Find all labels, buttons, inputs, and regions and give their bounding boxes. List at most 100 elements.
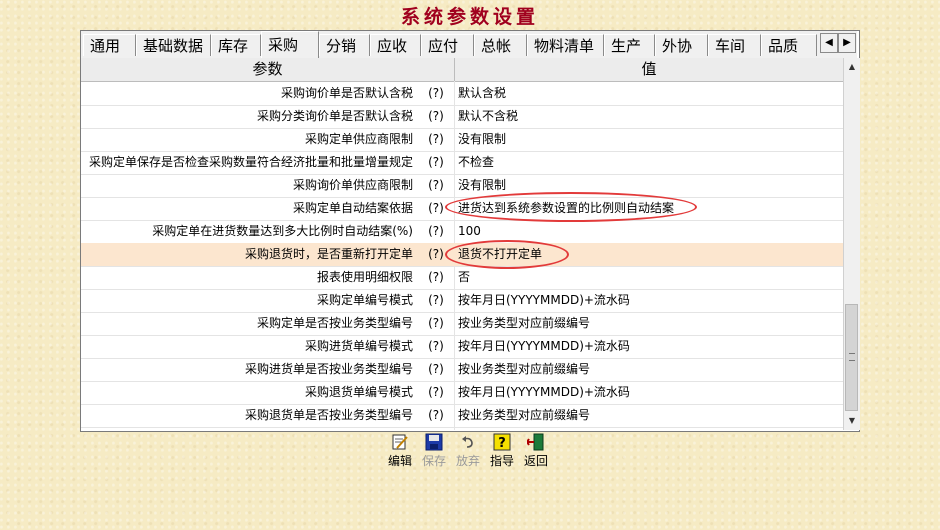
help-link[interactable]: (?) — [422, 312, 450, 335]
param-name: 采购分类询价单是否默认含税 — [256, 109, 413, 123]
parameter-grid: 参数 值 采购询价单是否默认含税 (?) 默认含税 采购分类询价单是否默认含税 … — [81, 58, 843, 430]
table-row[interactable]: 采购进货单是否按业务类型编号 (?) 按业务类型对应前缀编号 — [81, 358, 843, 382]
svg-text:?: ? — [498, 436, 506, 451]
param-value[interactable]: 默认含税 — [458, 82, 838, 105]
tab-scroll-right-button[interactable]: ▶ — [838, 33, 856, 53]
table-row[interactable]: 采购定单编号模式 (?) 按年月日(YYYYMMDD)+流水码 — [81, 289, 843, 313]
tab-receivable[interactable]: 应收 — [370, 34, 421, 56]
exit-door-icon — [527, 433, 544, 451]
tab-production[interactable]: 生产 — [604, 34, 655, 56]
param-name: 采购定单编号模式 — [316, 293, 413, 307]
param-value[interactable]: 按年月日(YYYYMMDD)+流水码 — [458, 381, 838, 404]
param-value[interactable]: 不检查 — [458, 151, 838, 174]
param-name: 采购定单供应商限制 — [304, 132, 413, 146]
tab-quality[interactable]: 品质 — [761, 34, 817, 56]
help-link[interactable]: (?) — [422, 82, 450, 105]
tab-general-ledger[interactable]: 总帐 — [474, 34, 527, 56]
help-link[interactable]: (?) — [422, 151, 450, 174]
tab-workshop[interactable]: 车间 — [708, 34, 761, 56]
header-value[interactable]: 值 — [455, 58, 843, 81]
save-button[interactable]: 保存 — [418, 431, 450, 469]
help-link[interactable]: (?) — [422, 266, 450, 289]
param-name: 采购进货单编号模式 — [304, 339, 413, 353]
tab-payable[interactable]: 应付 — [421, 34, 474, 56]
table-row[interactable]: 采购进货单编号模式 (?) 按年月日(YYYYMMDD)+流水码 — [81, 335, 843, 359]
scroll-up-icon[interactable]: ▲ — [844, 59, 860, 75]
table-row[interactable]: 采购退货单编号模式 (?) 按年月日(YYYYMMDD)+流水码 — [81, 381, 843, 405]
param-name: 报表使用明细权限 — [316, 270, 413, 284]
param-name: 采购定单在进货数量达到多大比例时自动结案(%) — [152, 224, 413, 238]
discard-button[interactable]: 放弃 — [452, 431, 484, 469]
param-name: 采购定单自动结案依据 — [292, 201, 413, 215]
param-value[interactable]: 没有限制 — [458, 128, 838, 151]
param-name: 采购定单是否按业务类型编号 — [256, 316, 413, 330]
param-value[interactable]: 100 — [458, 220, 838, 243]
guide-button[interactable]: ? 指导 — [486, 431, 518, 469]
help-icon: ? — [493, 433, 511, 451]
table-row[interactable]: 采购退货单是否按业务类型编号 (?) 按业务类型对应前缀编号 — [81, 404, 843, 428]
help-link[interactable]: (?) — [422, 289, 450, 312]
discard-label: 放弃 — [455, 454, 480, 468]
param-value[interactable]: 按年月日(YYYYMMDD)+流水码 — [458, 335, 838, 358]
help-link[interactable]: (?) — [422, 243, 450, 266]
scroll-down-icon[interactable]: ▼ — [844, 413, 860, 429]
settings-panel: 通用 基础数据 库存 采购 分销 应收 应付 总帐 物料清单 生产 外协 车间 … — [80, 30, 860, 432]
save-icon — [425, 433, 443, 451]
table-row[interactable]: 采购定单自动结案依据 (?) 进货达到系统参数设置的比例则自动结案 — [81, 197, 843, 221]
table-row[interactable]: 采购定单保存是否检查采购数量符合经济批量和批量增量规定 (?) 不检查 — [81, 151, 843, 175]
tab-general[interactable]: 通用 — [83, 34, 136, 56]
param-name: 采购进货单是否按业务类型编号 — [244, 362, 413, 376]
param-name: 采购定单保存是否检查采购数量符合经济批量和批量增量规定 — [88, 155, 413, 169]
help-link[interactable]: (?) — [422, 358, 450, 381]
window-title: 系统参数设置 — [400, 6, 539, 28]
param-value[interactable]: 按年月日(YYYYMMDD)+流水码 — [458, 289, 838, 312]
param-value[interactable]: 进货达到系统参数设置的比例则自动结案 — [458, 197, 838, 220]
tab-bom[interactable]: 物料清单 — [527, 34, 604, 56]
tab-purchase[interactable]: 采购 — [261, 31, 319, 58]
help-link[interactable]: (?) — [422, 128, 450, 151]
param-value[interactable]: 默认不含税 — [458, 105, 838, 128]
guide-label: 指导 — [489, 454, 514, 468]
save-label: 保存 — [421, 454, 446, 468]
param-value[interactable]: 否 — [458, 266, 838, 289]
tab-inventory[interactable]: 库存 — [211, 34, 261, 56]
tab-basic-data[interactable]: 基础数据 — [136, 34, 211, 56]
table-row[interactable]: 采购分类询价单是否默认含税 (?) 默认不含税 — [81, 105, 843, 129]
table-row[interactable]: 报表使用明细权限 (?) 否 — [81, 266, 843, 290]
tab-bar: 通用 基础数据 库存 采购 分销 应收 应付 总帐 物料清单 生产 外协 车间 … — [81, 31, 857, 59]
scrollbar-thumb[interactable] — [845, 304, 858, 411]
param-name: 采购询价单供应商限制 — [292, 178, 413, 192]
table-row[interactable]: 采购询价单供应商限制 (?) 没有限制 — [81, 174, 843, 198]
param-name: 采购退货单编号模式 — [304, 385, 413, 399]
param-value[interactable]: 按业务类型对应前缀编号 — [458, 358, 838, 381]
tab-scroll-left-button[interactable]: ◀ — [820, 33, 838, 53]
table-row[interactable]: 采购定单供应商限制 (?) 没有限制 — [81, 128, 843, 152]
param-value[interactable]: 没有限制 — [458, 174, 838, 197]
back-button[interactable]: 返回 — [520, 431, 552, 469]
help-link[interactable]: (?) — [422, 404, 450, 427]
help-link[interactable]: (?) — [422, 105, 450, 128]
help-link[interactable]: (?) — [422, 220, 450, 243]
param-name: 采购退货时，是否重新打开定单 — [244, 247, 413, 261]
param-value[interactable]: 退货不打开定单 — [458, 243, 838, 266]
param-value[interactable]: 按业务类型对应前缀编号 — [458, 312, 838, 335]
help-link[interactable]: (?) — [422, 174, 450, 197]
table-row[interactable]: 采购定单在进货数量达到多大比例时自动结案(%) (?) 100 — [81, 220, 843, 244]
tab-outsourcing[interactable]: 外协 — [655, 34, 708, 56]
table-row[interactable]: 采购询价单是否默认含税 (?) 默认含税 — [81, 82, 843, 106]
help-link[interactable]: (?) — [422, 381, 450, 404]
vertical-scrollbar[interactable]: ▲ ▼ — [843, 58, 860, 430]
undo-icon — [462, 436, 473, 448]
table-row[interactable]: 采购定单是否按业务类型编号 (?) 按业务类型对应前缀编号 — [81, 312, 843, 336]
back-label: 返回 — [523, 454, 548, 468]
edit-button[interactable]: 编辑 — [384, 431, 416, 469]
param-value[interactable]: 按业务类型对应前缀编号 — [458, 404, 838, 427]
grid-header: 参数 值 — [81, 58, 843, 82]
edit-label: 编辑 — [387, 454, 412, 468]
tab-distribution[interactable]: 分销 — [319, 34, 370, 56]
header-param[interactable]: 参数 — [81, 58, 455, 81]
table-row-selected[interactable]: 采购退货时，是否重新打开定单 (?) 退货不打开定单 — [81, 243, 843, 267]
help-link[interactable]: (?) — [422, 335, 450, 358]
help-link[interactable]: (?) — [422, 197, 450, 220]
param-name: 采购询价单是否默认含税 — [280, 86, 413, 100]
